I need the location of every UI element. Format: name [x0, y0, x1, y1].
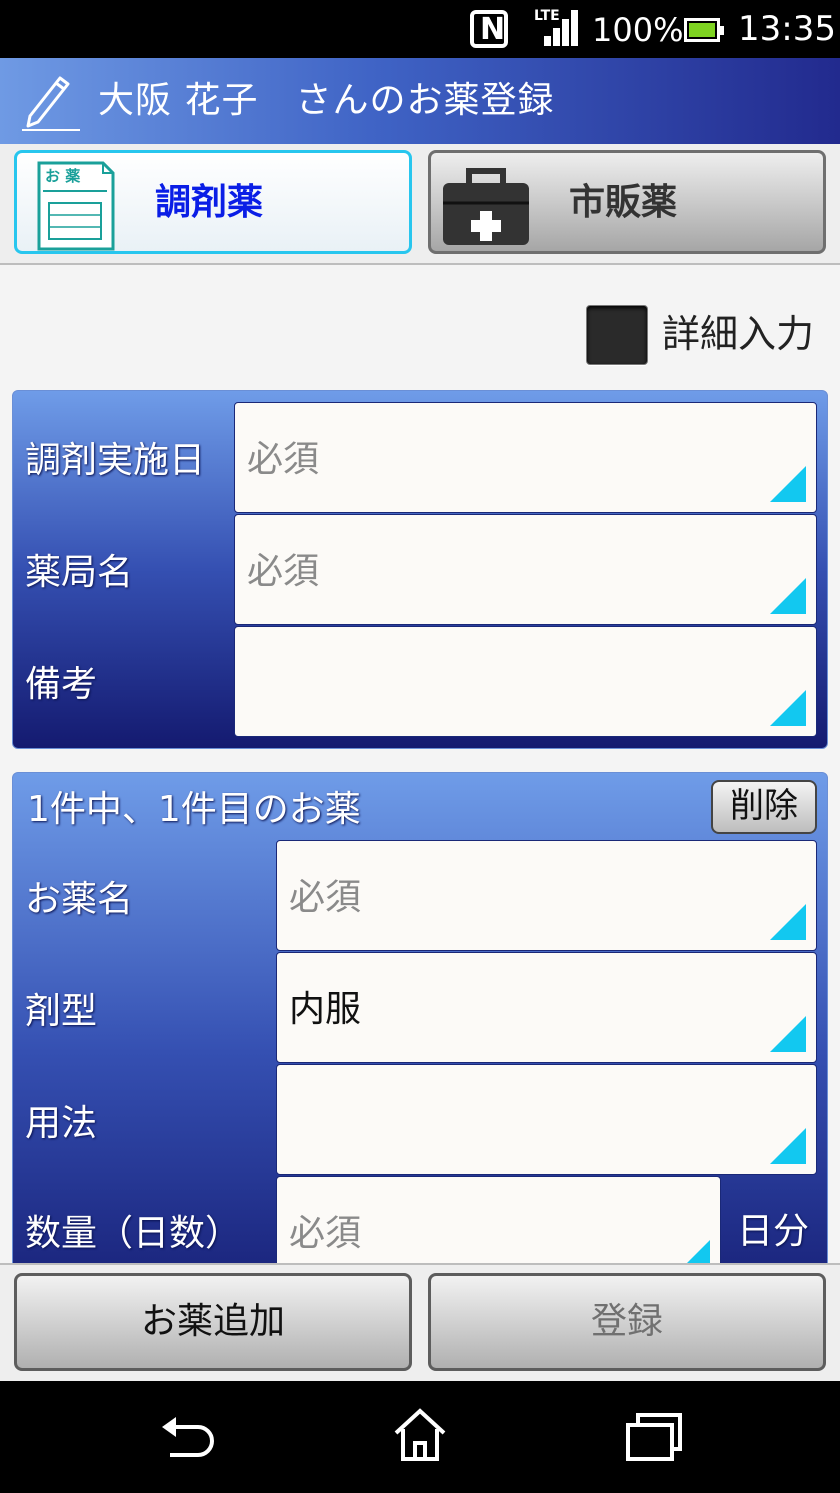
- remarks-label: 備考: [25, 664, 98, 705]
- dropdown-corner-icon: [770, 690, 806, 726]
- page-title: 大阪 花子 さんのお薬登録: [98, 80, 555, 121]
- tab-otc-medicine[interactable]: 市販薬: [428, 150, 826, 254]
- dosage-form-label: 剤型: [25, 991, 98, 1032]
- dropdown-corner-icon: [770, 1016, 806, 1052]
- quantity-days-label: 数量（日数）: [25, 1213, 242, 1254]
- dispense-date-field[interactable]: 必須: [234, 402, 817, 513]
- medicine-name-label: お薬名: [25, 879, 134, 920]
- status-bar: N LTE 100% 13:35: [0, 0, 840, 58]
- tab-otc-label: 市販薬: [569, 182, 678, 223]
- dispense-date-label: 調剤実施日: [25, 440, 206, 481]
- tab-dispensed-medicine[interactable]: お 薬 調剤薬: [14, 150, 412, 254]
- battery-icon: [684, 18, 724, 42]
- tab-dispensed-label: 調剤薬: [155, 182, 264, 223]
- navigation-bar: [0, 1381, 840, 1493]
- dosage-form-field[interactable]: 内服: [276, 952, 817, 1063]
- medicine-name-field[interactable]: 必須: [276, 840, 817, 951]
- medicine-entry-panel: 1件中、1件目のお薬 削除 お薬名 必須 剤型 内服 用法 数量（日数） 必須 …: [12, 772, 828, 1263]
- delete-medicine-button[interactable]: 削除: [711, 780, 817, 834]
- first-aid-kit-icon: [443, 168, 529, 245]
- usage-label: 用法: [25, 1103, 98, 1144]
- nfc-icon: N: [470, 10, 508, 48]
- signal-strength-icon: [544, 10, 578, 46]
- prescription-info-panel: 調剤実施日 必須 薬局名 必須 備考: [12, 390, 828, 749]
- svg-text:お 薬: お 薬: [45, 167, 80, 185]
- usage-field[interactable]: [276, 1064, 817, 1175]
- dropdown-corner-icon: [770, 466, 806, 502]
- action-bar: お薬追加 登録: [0, 1263, 840, 1381]
- detail-input-checkbox[interactable]: [586, 305, 648, 365]
- pharmacy-name-field[interactable]: 必須: [234, 514, 817, 625]
- quantity-days-field[interactable]: 必須: [276, 1176, 721, 1263]
- prescription-envelope-icon: お 薬: [37, 161, 115, 251]
- medicine-counter: 1件中、1件目のお薬: [27, 789, 361, 830]
- add-medicine-button[interactable]: お薬追加: [14, 1273, 412, 1371]
- back-icon[interactable]: [158, 1407, 218, 1467]
- remarks-field[interactable]: [234, 626, 817, 737]
- registration-form: 詳細入力 調剤実施日 必須 薬局名 必須 備考 1件中、1件目のお薬 削除 お薬…: [0, 265, 840, 1263]
- dropdown-corner-icon: [770, 904, 806, 940]
- register-button[interactable]: 登録: [428, 1273, 826, 1371]
- status-time: 13:35: [738, 9, 836, 49]
- pharmacy-name-label: 薬局名: [25, 552, 134, 593]
- recent-apps-icon[interactable]: [624, 1409, 684, 1465]
- home-icon[interactable]: [390, 1405, 450, 1465]
- quantity-unit: 日分: [737, 1211, 810, 1252]
- medicine-type-tabs: お 薬 調剤薬 市販薬: [0, 144, 840, 265]
- pencil-icon: [22, 76, 80, 131]
- dropdown-corner-icon: [687, 1240, 710, 1263]
- battery-percent: 100%: [592, 11, 684, 49]
- dropdown-corner-icon: [770, 1128, 806, 1164]
- detail-input-label: 詳細入力: [662, 312, 815, 356]
- dropdown-corner-icon: [770, 578, 806, 614]
- title-bar: 大阪 花子 さんのお薬登録: [0, 58, 840, 144]
